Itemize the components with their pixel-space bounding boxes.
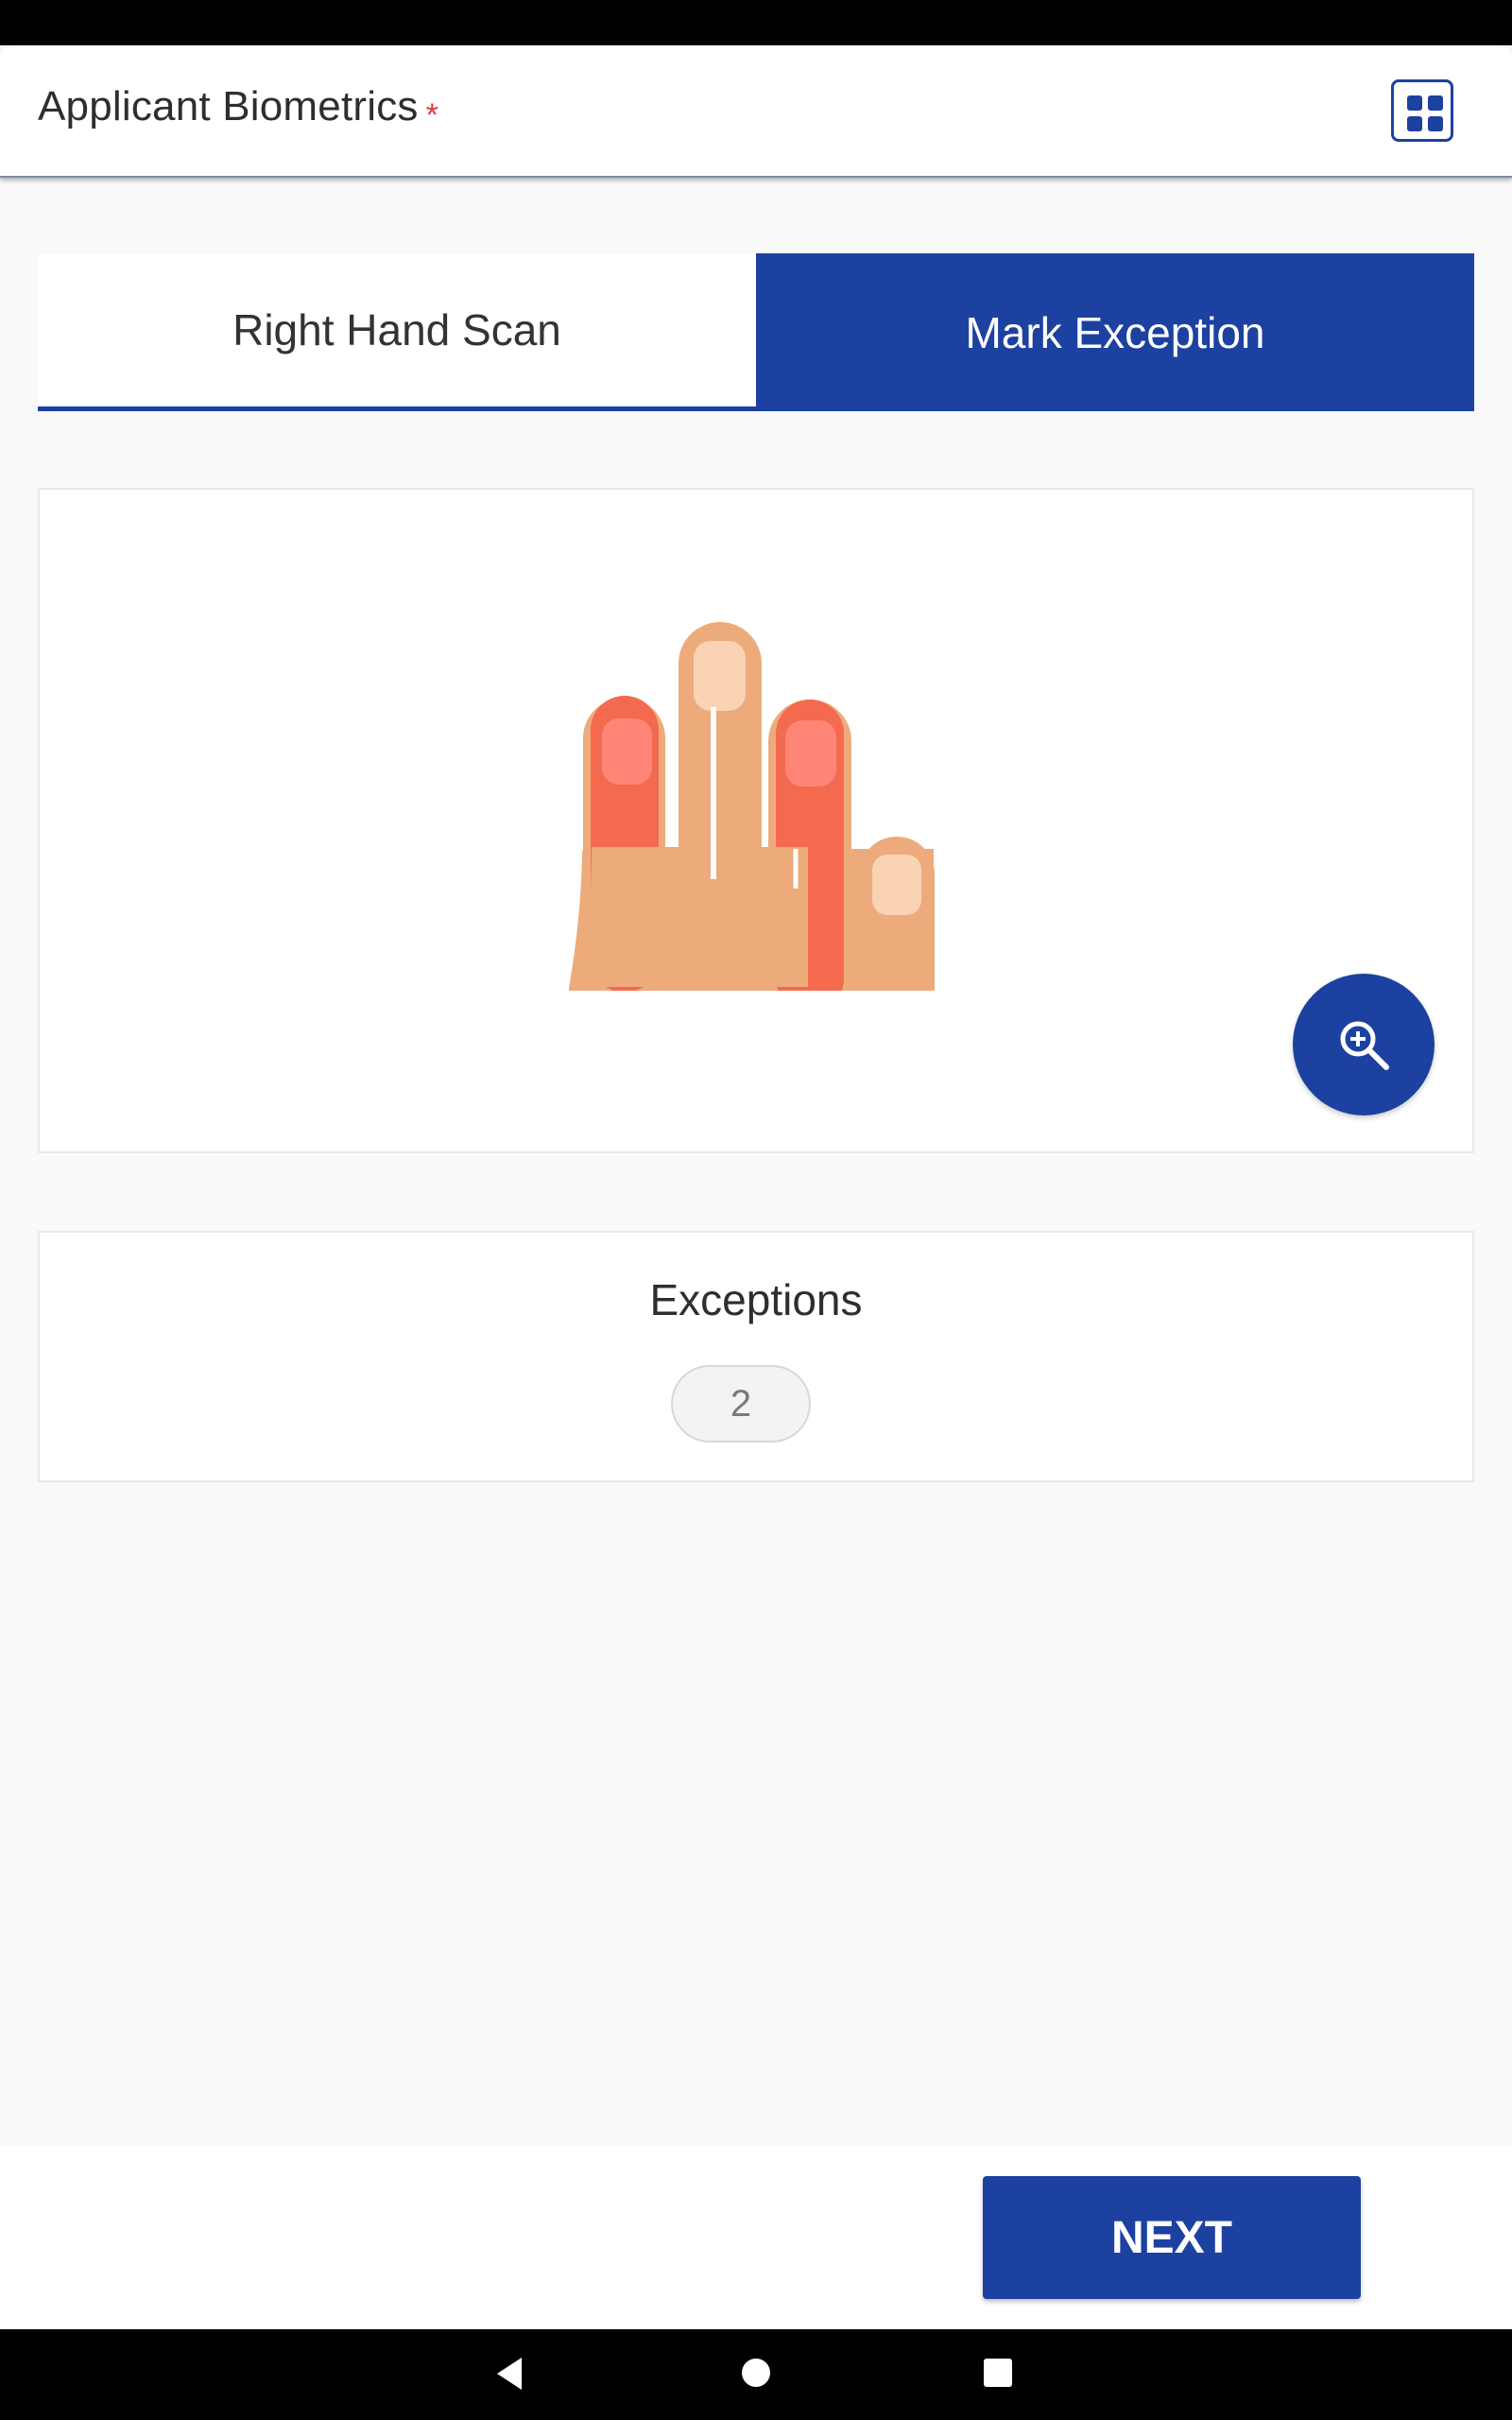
system-nav-bar bbox=[0, 2329, 1512, 2420]
page-title-text: Applicant Biometrics bbox=[38, 83, 419, 130]
right-hand-illustration bbox=[569, 622, 994, 1085]
back-triangle-icon[interactable] bbox=[493, 2356, 527, 2392]
zoom-button[interactable] bbox=[1293, 974, 1435, 1115]
exceptions-title: Exceptions bbox=[649, 1275, 863, 1324]
biometric-tabs: Right Hand Scan Mark Exception bbox=[38, 253, 1474, 411]
footer: NEXT bbox=[0, 2146, 1512, 2329]
status-bar bbox=[0, 0, 1512, 45]
exceptions-panel: Exceptions 2 bbox=[38, 1231, 1474, 1482]
hand-panel bbox=[38, 488, 1474, 1153]
exceptions-count-badge: 2 bbox=[671, 1365, 811, 1443]
recents-square-icon[interactable] bbox=[983, 2358, 1013, 2388]
tab-right-hand-scan[interactable]: Right Hand Scan bbox=[38, 253, 756, 411]
grid-apps-icon bbox=[1407, 95, 1443, 131]
tab-mark-exception-label: Mark Exception bbox=[965, 307, 1265, 357]
app-bar: Applicant Biometrics * bbox=[0, 45, 1512, 178]
tab-right-hand-scan-label: Right Hand Scan bbox=[232, 305, 561, 354]
required-asterisk: * bbox=[425, 97, 439, 133]
next-button[interactable]: NEXT bbox=[983, 2176, 1361, 2299]
zoom-in-icon bbox=[1340, 1021, 1389, 1070]
grid-menu-button[interactable] bbox=[1391, 79, 1453, 142]
tab-mark-exception[interactable]: Mark Exception bbox=[756, 253, 1474, 411]
page-title: Applicant Biometrics * bbox=[38, 83, 438, 134]
home-circle-icon[interactable] bbox=[741, 2358, 771, 2388]
